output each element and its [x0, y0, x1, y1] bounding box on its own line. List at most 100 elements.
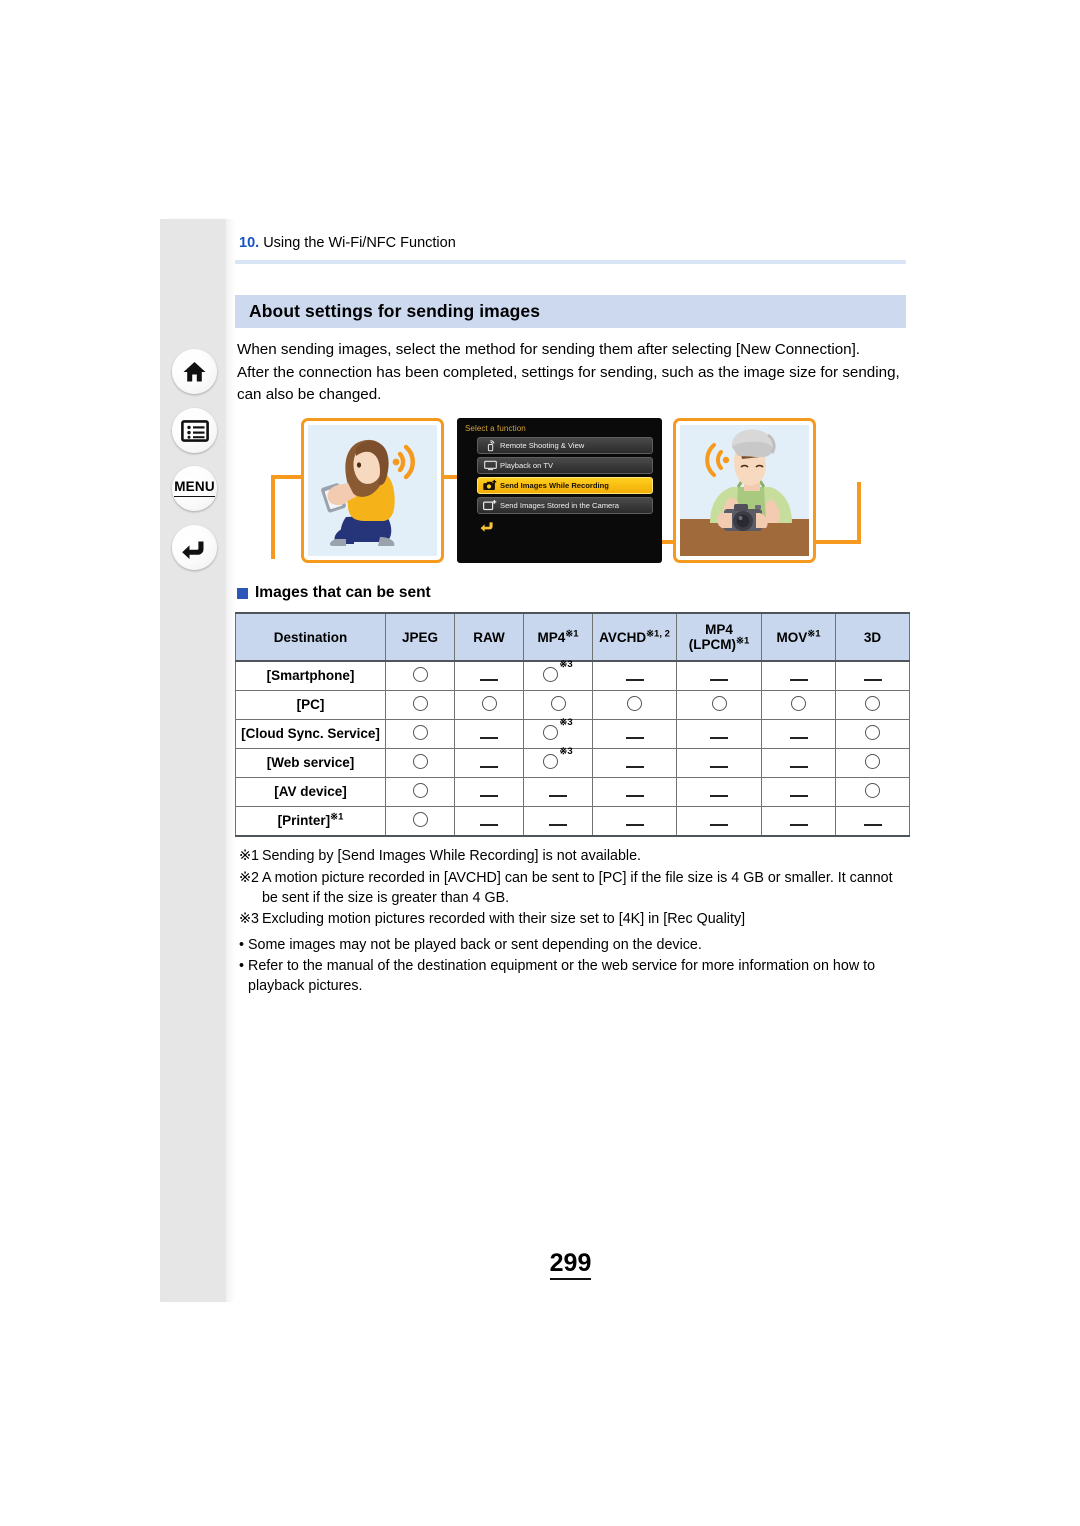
supported-circle-icon: [412, 783, 428, 799]
sidebar-item-menu[interactable]: MENU: [172, 466, 217, 511]
menu-label: MENU: [174, 479, 215, 497]
destination-label: [AV device]: [274, 784, 347, 800]
cell-support-mark: [592, 660, 677, 692]
lcd-back-arrow-icon[interactable]: [479, 520, 495, 535]
note-text: Refer to the manual of the destination e…: [248, 957, 876, 995]
footnote-item: ※3 Excluding motion pictures recorded wit…: [239, 909, 906, 929]
supported-circle-icon: [791, 696, 806, 712]
unsupported-dash-icon: [710, 736, 728, 739]
sidebar-rail-shadow: [226, 219, 235, 1302]
cell-support-mark: [835, 660, 910, 692]
intro-paragraph-2: After the connection has been completed,…: [237, 363, 900, 404]
cell-support-mark: [454, 806, 524, 838]
connector-line-right-vertical: [857, 482, 861, 545]
cell-support-mark: [454, 719, 524, 750]
destination-footnote-mark: ※1: [330, 811, 344, 823]
illustration-smartphone-user-art: [308, 425, 437, 557]
footnote-text: Sending by [Send Images While Recording]…: [261, 848, 642, 865]
unsupported-dash-icon: [863, 823, 882, 826]
unsupported-dash-icon: [710, 678, 728, 681]
illustration-smartphone-user: [301, 418, 444, 564]
lcd-menu-item-label: Send Images Stored in the Camera: [500, 501, 620, 511]
supported-circle-icon: [412, 725, 428, 741]
column-header-label: MP4 (LPCM): [688, 621, 736, 653]
cell-support-mark: [761, 806, 836, 838]
contents-list-icon: [180, 419, 209, 442]
note-bullet-icon: •: [239, 936, 245, 953]
playback-tv-icon: [483, 459, 497, 472]
supported-circle-icon: [481, 696, 497, 712]
footnote-mark: ※1: [239, 848, 259, 865]
unsupported-dash-icon: [625, 678, 644, 681]
footnote-item: ※2 A motion picture recorded in [AVCHD] c…: [239, 868, 906, 909]
table-row: [AV device]: [235, 777, 910, 808]
unsupported-dash-icon: [789, 678, 808, 681]
cell-support-mark: [676, 719, 762, 750]
cell-support-mark: [592, 690, 677, 721]
supported-circle-icon: [865, 696, 880, 712]
table-row: [Cloud Sync. Service] ※3: [235, 718, 910, 750]
column-header-destination: Destination: [235, 612, 386, 663]
remote-shooting-icon: [483, 439, 497, 452]
footnotes: ※1 Sending by [Send Images While Recordin…: [235, 846, 906, 929]
cell-destination: [Smartphone]: [235, 660, 386, 692]
column-header-mov: MOV※1: [761, 612, 836, 663]
column-header-footnote-mark: ※1: [736, 635, 750, 647]
cell-support-mark: [523, 690, 593, 721]
subheading-label: Images that can be sent: [255, 584, 431, 602]
page-number: 299: [235, 1249, 906, 1280]
cell-support-mark: [385, 748, 455, 779]
column-header-footnote-mark: ※1: [807, 628, 821, 640]
unsupported-dash-icon: [549, 823, 567, 826]
sidebar-item-contents[interactable]: [172, 408, 217, 453]
page-content: 10. Using the Wi-Fi/NFC Function About s…: [235, 219, 910, 1280]
cell-support-mark: [454, 690, 524, 721]
illustration-camera-user-art: [680, 425, 809, 557]
chapter-divider: [235, 260, 906, 265]
figure-illustration-group: Select a function Remote Shooting & View: [235, 418, 906, 566]
cell-support-mark: [676, 660, 762, 692]
cell-support-mark: [835, 806, 910, 838]
supported-circle-icon: [412, 667, 428, 683]
supported-circle-icon: [865, 783, 880, 799]
footnote-mark: ※2: [239, 869, 259, 886]
table-header-row: Destination JPEG RAW MP4※1 AVCHD※1, 2 MP…: [235, 612, 910, 663]
supported-circle-icon: [865, 725, 880, 741]
column-header-footnote-mark: ※1: [565, 628, 579, 640]
sidebar-item-back[interactable]: [172, 525, 217, 570]
page-title: About settings for sending images: [249, 301, 541, 322]
unsupported-dash-icon: [480, 823, 498, 826]
cell-support-mark: [761, 660, 836, 692]
cell-support-mark: [454, 777, 524, 808]
cell-support-mark: [592, 719, 677, 750]
column-header-raw: RAW: [454, 612, 524, 663]
cell-support-mark: [523, 806, 593, 838]
lcd-menu-item-remote-shooting[interactable]: Remote Shooting & View: [477, 437, 653, 455]
home-icon: [182, 360, 207, 384]
unsupported-dash-icon: [625, 736, 644, 739]
cell-support-mark: [385, 719, 455, 750]
cell-support-mark: ※3: [523, 747, 593, 779]
cell-support-mark: [676, 690, 762, 721]
unsupported-dash-icon: [789, 736, 808, 739]
column-header-avchd: AVCHD※1, 2: [592, 612, 677, 663]
lcd-title: Select a function: [465, 424, 526, 434]
cell-support-mark: [592, 806, 677, 838]
lcd-menu-item-label: Remote Shooting & View: [500, 441, 585, 451]
destination-label: [Cloud Sync. Service]: [241, 726, 380, 742]
lcd-menu-item-playback-on-tv[interactable]: Playback on TV: [477, 457, 653, 475]
sidebar-item-home[interactable]: [172, 349, 217, 394]
column-header-mp4-lpcm: MP4 (LPCM)※1: [676, 612, 762, 663]
lcd-menu-item-send-stored[interactable]: Send Images Stored in the Camera: [477, 497, 653, 515]
lcd-menu-item-send-while-recording[interactable]: Send Images While Recording: [477, 477, 653, 495]
cell-support-mark: [761, 777, 836, 808]
column-header-label: RAW: [473, 629, 505, 645]
unsupported-dash-icon: [625, 794, 644, 797]
unsupported-dash-icon: [863, 678, 882, 681]
cell-support-mark: [676, 748, 762, 779]
column-header-label: Destination: [273, 629, 348, 645]
unsupported-dash-icon: [789, 823, 808, 826]
supported-circle-icon: [711, 696, 727, 712]
supported-circle-icon: [627, 696, 642, 712]
illustration-camera-user: [673, 418, 816, 564]
